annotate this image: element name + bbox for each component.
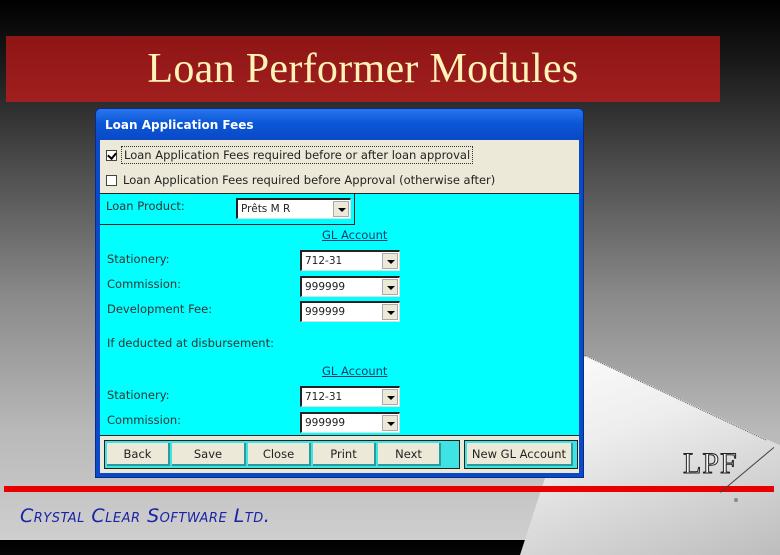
development-fee-label: Development Fee: <box>107 302 213 316</box>
footer-rule <box>4 486 774 492</box>
navigation-button-group: Back Save Close Print Next <box>104 440 460 469</box>
option-label: Loan Application Fees required before or… <box>121 146 474 164</box>
button-bar: Back Save Close Print Next New GL Accoun… <box>100 435 579 473</box>
chevron-down-icon[interactable] <box>382 279 398 295</box>
sparkle-decoration <box>734 498 738 502</box>
stationery-gl-value: 712-31 <box>305 391 343 403</box>
chevron-down-icon[interactable] <box>382 415 398 431</box>
gl-account-header: GL Account <box>322 364 388 378</box>
gl-button-group: New GL Account <box>464 440 578 469</box>
disbursement-commission-gl-select[interactable]: 999999 <box>300 412 400 433</box>
loan-product-label: Loan Product: <box>106 199 185 213</box>
development-fee-gl-value: 999999 <box>305 306 346 318</box>
back-button[interactable]: Back <box>107 443 170 466</box>
stationery-gl-select[interactable]: 712-31 <box>300 250 400 271</box>
stationery-gl-value: 712-31 <box>305 255 343 267</box>
loan-product-group: Loan Product: Prêts M R <box>100 193 355 225</box>
commission-label: Commission: <box>107 413 182 427</box>
print-button[interactable]: Print <box>313 443 376 466</box>
next-button[interactable]: Next <box>378 443 441 466</box>
stationery-label: Stationery: <box>107 252 170 266</box>
stationery-label: Stationery: <box>107 388 170 402</box>
gl-account-header: GL Account <box>322 228 388 242</box>
commission-gl-value: 999999 <box>305 281 346 293</box>
checkbox-unchecked-icon[interactable] <box>106 174 117 186</box>
slide-title-band: Loan Performer Modules <box>6 36 720 102</box>
disbursement-stationery-gl-select[interactable]: 712-31 <box>300 386 400 407</box>
dialog-body: Loan Application Fees required before or… <box>100 140 579 473</box>
checkbox-checked-icon[interactable] <box>106 149 117 161</box>
disbursement-label: If deducted at disbursement: <box>107 336 274 350</box>
commission-label: Commission: <box>107 277 182 291</box>
close-button[interactable]: Close <box>248 443 311 466</box>
company-name: Crystal Clear Software Ltd. <box>20 505 271 527</box>
commission-gl-select[interactable]: 999999 <box>300 276 400 297</box>
option-before-approval[interactable]: Loan Application Fees required before Ap… <box>106 172 497 188</box>
commission-gl-value: 999999 <box>305 417 346 429</box>
save-button[interactable]: Save <box>172 443 246 466</box>
option-label: Loan Application Fees required before Ap… <box>123 173 496 187</box>
chevron-down-icon[interactable] <box>382 253 398 269</box>
loan-product-value: Prêts M R <box>241 203 291 215</box>
lpf-logo: LPF <box>683 447 738 481</box>
new-gl-account-button[interactable]: New GL Account <box>467 443 573 466</box>
option-before-or-after-approval[interactable]: Loan Application Fees required before or… <box>106 146 474 164</box>
dialog-title-bar[interactable]: Loan Application Fees <box>96 109 583 139</box>
chevron-down-icon[interactable] <box>333 201 349 217</box>
chevron-down-icon[interactable] <box>382 304 398 320</box>
loan-application-fees-dialog: Loan Application Fees Loan Application F… <box>95 108 584 478</box>
options-panel: Loan Application Fees required before or… <box>100 140 579 194</box>
chevron-down-icon[interactable] <box>382 389 398 405</box>
loan-product-select[interactable]: Prêts M R <box>236 198 351 219</box>
slide-title: Loan Performer Modules <box>147 46 579 92</box>
development-fee-gl-select[interactable]: 999999 <box>300 301 400 322</box>
